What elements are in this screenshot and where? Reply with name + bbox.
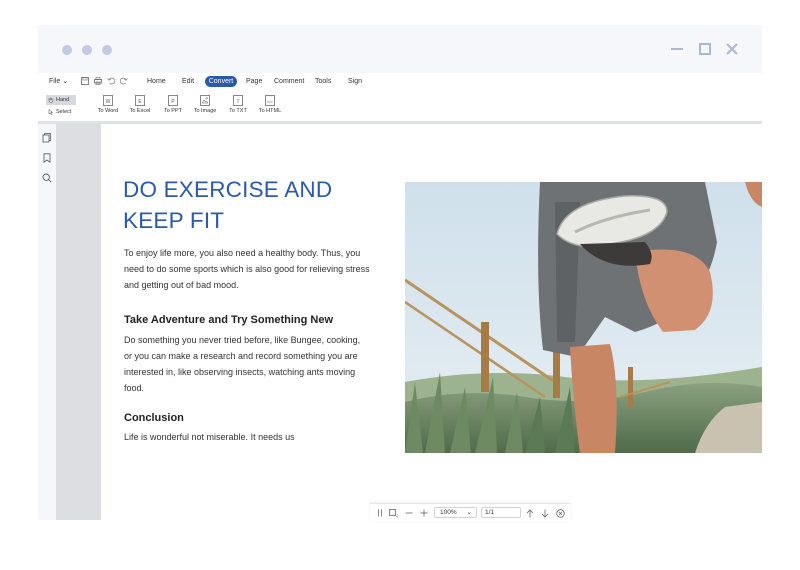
thumbnail-panel <box>56 124 101 520</box>
to-txt-button[interactable]: T To TXT <box>223 95 253 119</box>
tab-sign[interactable]: Sign <box>348 77 362 87</box>
file-menu-label: File <box>49 78 61 85</box>
intro-line: need to do some sports which is also goo… <box>124 264 370 274</box>
convert-toolbar: Hand Select W To Word E To Excel P To PP… <box>38 91 762 121</box>
intro-line: To enjoy life more, you also need a heal… <box>124 248 361 258</box>
file-menu[interactable]: File ⌄ <box>49 77 68 87</box>
close-circle-icon[interactable] <box>554 508 566 518</box>
zoom-value: 100% <box>440 509 457 516</box>
hand-icon <box>48 97 54 103</box>
sidebar-toggle-icon[interactable] <box>376 508 384 518</box>
redo-icon[interactable] <box>119 76 129 86</box>
print-icon[interactable] <box>93 76 103 86</box>
intro-paragraph: To enjoy life more, you also need a heal… <box>124 245 384 293</box>
section-line: food. <box>124 383 145 393</box>
heading-line-2: KEEP FIT <box>123 208 225 233</box>
to-txt-label: To TXT <box>229 108 247 114</box>
title-bar <box>38 25 762 73</box>
bookmark-icon[interactable] <box>42 150 52 163</box>
excel-file-icon: E <box>135 95 145 106</box>
zoom-out-icon[interactable] <box>404 508 414 518</box>
page-number-input[interactable]: 1/1 <box>481 507 521 518</box>
zoom-select[interactable]: 100% ⌄ <box>434 507 477 518</box>
app-window: File ⌄ Home Edit Convert Page Comment To… <box>38 25 762 520</box>
hand-tool-button[interactable]: Hand <box>46 95 76 105</box>
hand-label: Hand <box>56 97 70 103</box>
maximize-icon[interactable] <box>695 39 715 59</box>
menu-bar: File ⌄ Home Edit Convert Page Comment To… <box>38 73 762 91</box>
to-html-label: To HTML <box>258 108 282 114</box>
html-file-icon: </> <box>265 95 275 106</box>
image-file-icon <box>200 95 210 106</box>
svg-text:</>: </> <box>267 99 273 104</box>
tab-convert[interactable]: Convert <box>205 76 237 87</box>
chevron-down-icon: ⌄ <box>466 509 472 516</box>
runner-photo <box>405 182 762 453</box>
close-icon[interactable] <box>722 39 742 59</box>
tab-comment[interactable]: Comment <box>274 77 304 87</box>
next-page-icon[interactable] <box>540 508 550 518</box>
tab-home[interactable]: Home <box>147 77 166 87</box>
conclusion-paragraph: Life is wonderful not miserable. It need… <box>124 432 295 442</box>
svg-text:T: T <box>236 99 239 105</box>
to-excel-button[interactable]: E To Excel <box>125 95 155 119</box>
document-heading: DO EXERCISE AND KEEP FIT <box>123 174 373 236</box>
chevron-down-icon: ⌄ <box>62 78 69 85</box>
document-page: DO EXERCISE AND KEEP FIT To enjoy life m… <box>101 124 762 520</box>
to-image-label: To Image <box>193 108 217 114</box>
svg-text:P: P <box>171 99 175 105</box>
section-line: Do something you never tried before, lik… <box>124 335 361 345</box>
section-paragraph: Do something you never tried before, lik… <box>124 332 384 396</box>
intro-line: and getting out of bad mood. <box>124 280 239 290</box>
txt-file-icon: T <box>233 95 243 106</box>
pages-icon[interactable] <box>42 130 52 143</box>
prev-page-icon[interactable] <box>525 508 535 518</box>
cursor-icon <box>48 109 54 115</box>
window-dot-3[interactable] <box>102 45 112 55</box>
section-title: Take Adventure and Try Something New <box>124 314 334 326</box>
section-line: interested in, like observing insects, w… <box>124 367 356 377</box>
to-word-button[interactable]: W To Word <box>93 95 123 119</box>
svg-text:E: E <box>138 99 142 105</box>
tab-page[interactable]: Page <box>246 77 262 87</box>
left-sidebar <box>38 124 56 520</box>
tab-tools[interactable]: Tools <box>315 77 331 87</box>
to-html-button[interactable]: </> To HTML <box>255 95 285 119</box>
save-icon[interactable] <box>80 76 90 86</box>
tab-edit[interactable]: Edit <box>182 77 194 87</box>
page-number-value: 1/1 <box>485 509 495 516</box>
window-dot-1[interactable] <box>62 45 72 55</box>
conclusion-title: Conclusion <box>124 412 184 424</box>
select-tool-button[interactable]: Select <box>46 107 76 117</box>
to-excel-label: To Excel <box>129 108 151 114</box>
heading-line-1: DO EXERCISE AND <box>123 177 333 202</box>
section-line: or you can make a research and record so… <box>124 351 358 361</box>
zoom-in-icon[interactable] <box>419 508 429 518</box>
fit-page-icon[interactable] <box>388 508 400 518</box>
select-label: Select <box>56 109 72 115</box>
to-word-label: To Word <box>97 108 119 114</box>
page-nav-bar: 100% ⌄ 1/1 <box>370 503 570 521</box>
minimize-icon[interactable] <box>667 39 687 59</box>
undo-icon[interactable] <box>106 76 116 86</box>
word-file-icon: W <box>103 95 113 106</box>
to-ppt-button[interactable]: P To PPT <box>158 95 188 119</box>
to-image-button[interactable]: To Image <box>190 95 220 119</box>
to-ppt-label: To PPT <box>163 108 183 114</box>
svg-text:W: W <box>106 99 111 105</box>
window-dot-2[interactable] <box>82 45 92 55</box>
ppt-file-icon: P <box>168 95 178 106</box>
search-icon[interactable] <box>42 170 52 183</box>
